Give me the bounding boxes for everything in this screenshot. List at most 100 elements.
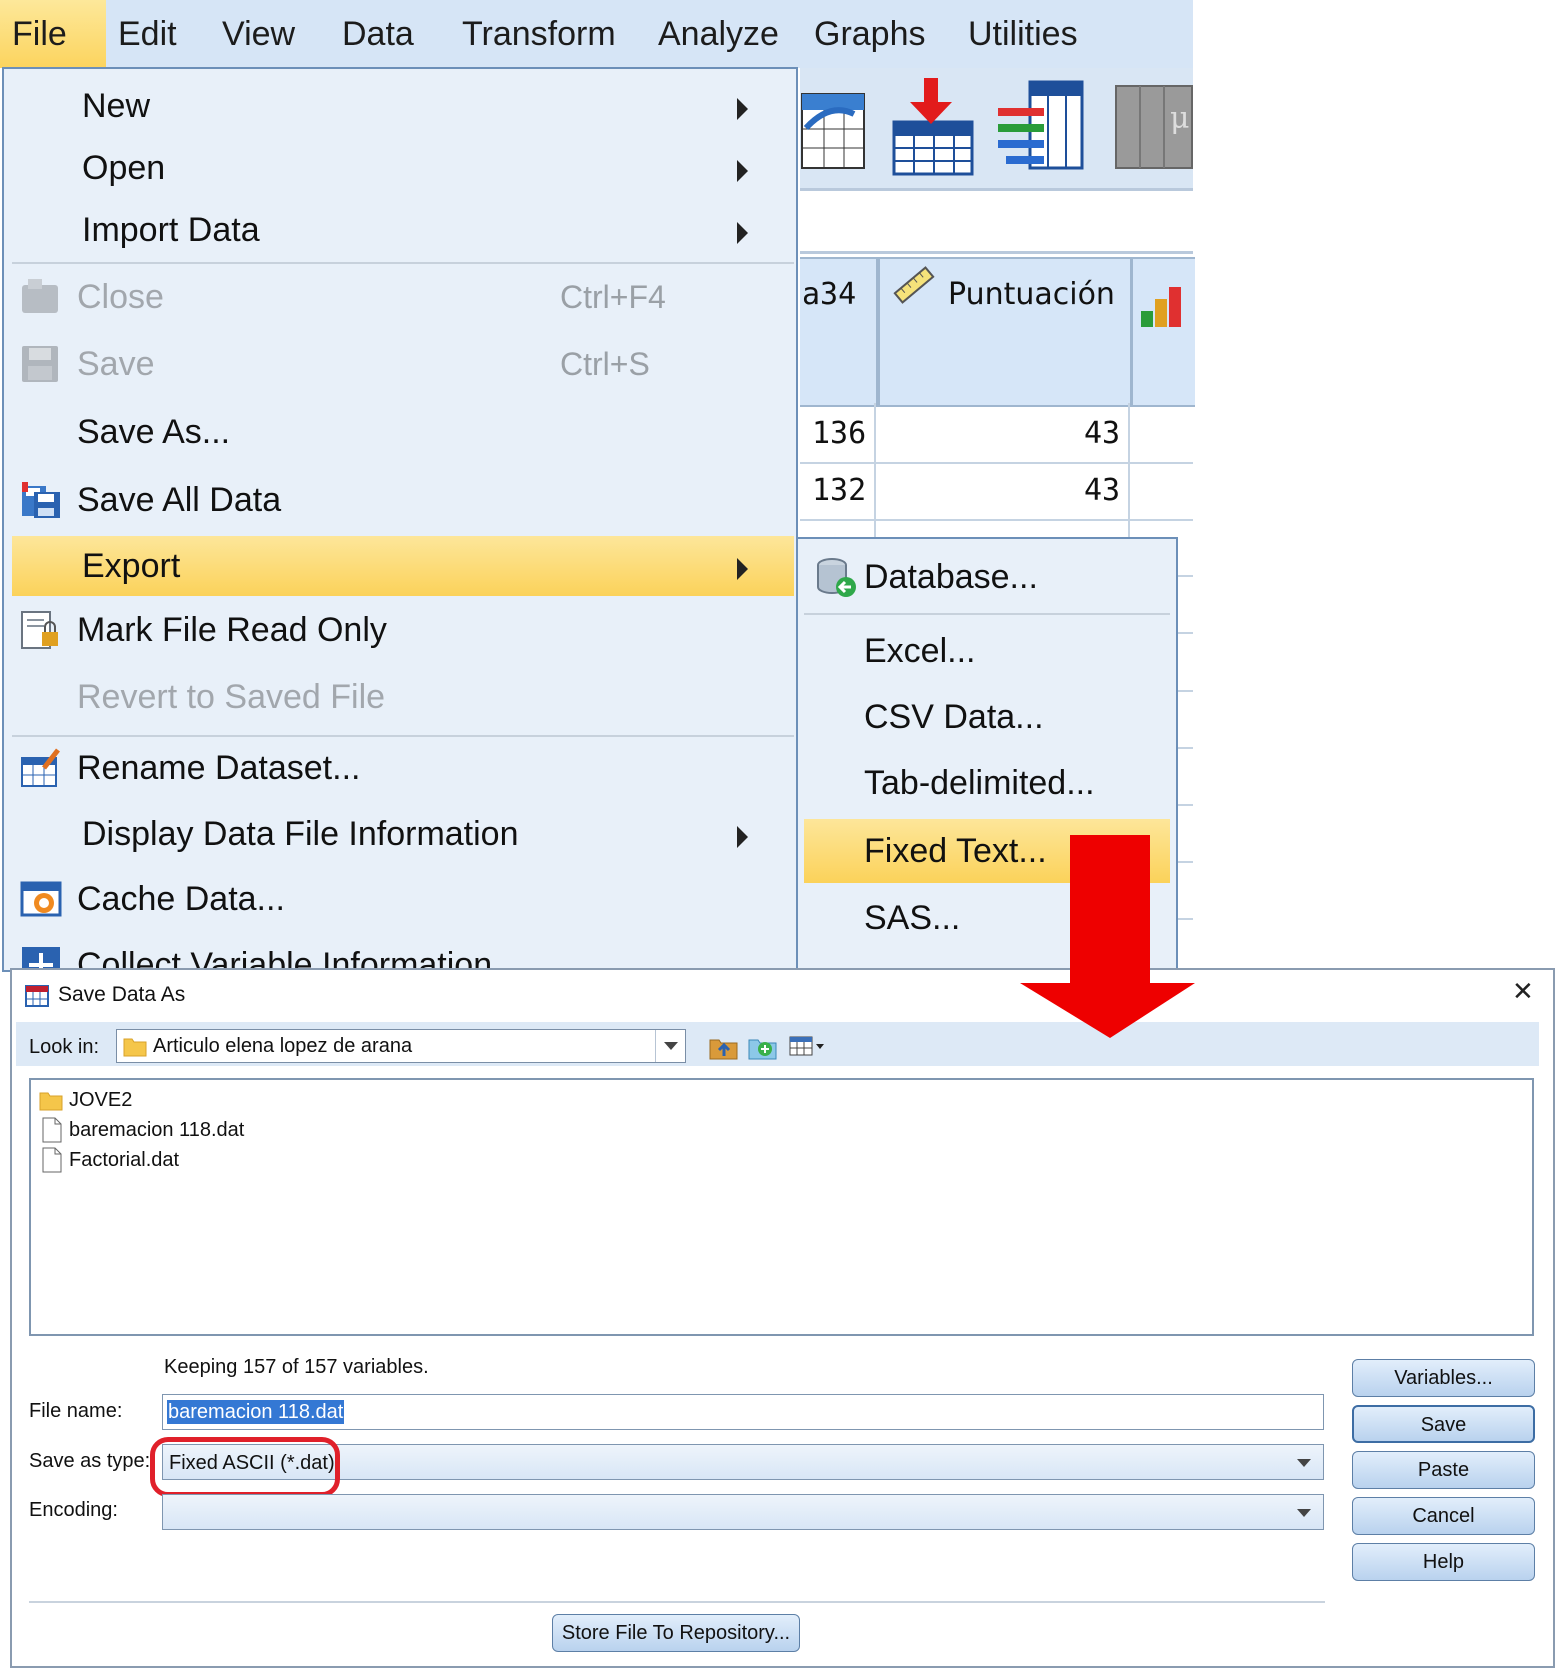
menu-item-label: Save	[77, 345, 155, 383]
annotation-highlight-circle	[150, 1437, 340, 1497]
column-header-label: a34	[802, 277, 857, 312]
menu-item-save-as[interactable]: Save As...	[12, 402, 794, 462]
variables-button[interactable]: Variables...	[1352, 1359, 1535, 1397]
column-header-next[interactable]	[1131, 257, 1195, 407]
grid-line	[1128, 403, 1130, 537]
grid-line	[1178, 747, 1193, 749]
file-name: JOVE2	[69, 1089, 133, 1111]
menu-separator	[12, 735, 794, 737]
svg-text:μ: μ	[1170, 101, 1190, 136]
menu-item-label: Close	[77, 278, 164, 316]
file-name-input[interactable]: baremacion 118.dat	[162, 1394, 1324, 1430]
folder-icon	[39, 1092, 63, 1111]
close-icon[interactable]: ✕	[1512, 976, 1534, 1007]
dialog-divider	[29, 1601, 1325, 1603]
menu-item-label: Display Data File Information	[82, 815, 519, 853]
menu-item-revert[interactable]: Revert to Saved File	[12, 667, 794, 727]
grid-line	[1178, 632, 1193, 634]
annotation-arrow-icon	[1020, 835, 1195, 1038]
file-icon	[42, 1117, 62, 1143]
grid-line	[800, 519, 1193, 521]
column-header-puntuacion[interactable]: Puntuación	[878, 257, 1132, 407]
submenu-item-label: Database...	[864, 558, 1038, 596]
data-cell[interactable]: 132	[812, 473, 866, 508]
up-one-level-icon[interactable]	[709, 1034, 739, 1060]
menu-edit[interactable]: Edit	[118, 0, 177, 68]
menu-item-save[interactable]: Save Ctrl+S	[12, 334, 794, 394]
spss-app-icon	[25, 985, 49, 1007]
submenu-arrow-icon	[737, 558, 748, 580]
cache-data-icon	[20, 881, 62, 917]
menu-analyze[interactable]: Analyze	[658, 0, 779, 68]
submenu-arrow-icon	[737, 222, 748, 244]
database-export-icon	[817, 558, 856, 597]
file-name-label: File name:	[29, 1400, 123, 1422]
scale-measure-icon	[1141, 287, 1181, 327]
menu-item-export[interactable]: Export	[12, 536, 794, 596]
save-all-icon	[22, 482, 60, 518]
submenu-item-csv[interactable]: CSV Data...	[804, 685, 1170, 749]
menu-item-import-data[interactable]: Import Data	[12, 200, 794, 260]
store-file-to-repository-button[interactable]: Store File To Repository...	[552, 1614, 800, 1652]
look-in-value: Articulo elena lopez de arana	[153, 1035, 413, 1057]
menu-item-label: New	[82, 87, 151, 125]
menubar: File Edit View Data Transform Analyze Gr…	[0, 0, 1193, 68]
help-button[interactable]: Help	[1352, 1543, 1535, 1581]
column-header-partial[interactable]: a34	[800, 257, 878, 407]
collect-variable-icon	[22, 947, 60, 970]
look-in-dropdown[interactable]	[655, 1030, 686, 1062]
data-cell[interactable]: 136	[812, 416, 866, 451]
submenu-item-excel[interactable]: Excel...	[804, 619, 1170, 683]
ruler-icon	[893, 266, 935, 304]
keeping-variables-text: Keeping 157 of 157 variables.	[164, 1356, 429, 1378]
menu-utilities[interactable]: Utilities	[968, 0, 1078, 68]
data-cell[interactable]: 43	[1084, 416, 1120, 451]
menu-item-open[interactable]: Open	[12, 138, 794, 198]
look-in-combo[interactable]: Articulo elena lopez de arana	[116, 1029, 686, 1063]
menu-item-cache-data[interactable]: Cache Data...	[12, 869, 794, 929]
menu-item-label: Cache Data...	[77, 880, 285, 918]
grid-line	[800, 462, 1193, 464]
value-labels-icon[interactable]: μ	[1114, 80, 1194, 170]
encoding-select[interactable]	[162, 1494, 1324, 1530]
menu-file[interactable]: File	[0, 0, 106, 68]
submenu-arrow-icon	[737, 826, 748, 848]
read-only-lock-icon	[21, 611, 58, 649]
look-in-label: Look in:	[29, 1036, 100, 1058]
submenu-item-label: Tab-delimited...	[864, 764, 1095, 802]
menu-item-new[interactable]: New	[12, 76, 794, 136]
encoding-label: Encoding:	[29, 1499, 118, 1521]
menu-item-collect-variable-info[interactable]: Collect Variable Information	[12, 935, 794, 970]
save-button[interactable]: Save	[1352, 1405, 1535, 1443]
grid-line	[1178, 690, 1193, 692]
chevron-down-icon	[1297, 1509, 1311, 1517]
recall-dialog-icon[interactable]	[800, 84, 870, 174]
data-cell[interactable]: 43	[1084, 473, 1120, 508]
menu-item-close[interactable]: Close Ctrl+F4	[12, 267, 794, 327]
menu-data[interactable]: Data	[342, 0, 414, 68]
rename-dataset-icon	[21, 748, 60, 787]
cancel-button[interactable]: Cancel	[1352, 1497, 1535, 1535]
submenu-item-database[interactable]: Database...	[804, 545, 1170, 609]
menu-separator	[12, 262, 794, 264]
submenu-item-tab-delimited[interactable]: Tab-delimited...	[804, 751, 1170, 815]
menu-item-display-file-info[interactable]: Display Data File Information	[12, 804, 794, 864]
file-list[interactable]: JOVE2 baremacion 118.dat Factorial.dat	[29, 1078, 1534, 1336]
menu-item-mark-read-only[interactable]: Mark File Read Only	[12, 600, 794, 660]
view-menu-icon[interactable]	[788, 1034, 828, 1060]
menu-item-save-all-data[interactable]: Save All Data	[12, 470, 794, 530]
column-header-label: Puntuación	[948, 277, 1115, 312]
menu-transform[interactable]: Transform	[462, 0, 616, 68]
menu-graphs[interactable]: Graphs	[814, 0, 926, 68]
menu-item-label: Revert to Saved File	[77, 678, 386, 716]
submenu-item-label: CSV Data...	[864, 698, 1044, 736]
goto-case-icon[interactable]	[892, 78, 974, 178]
variables-icon[interactable]	[996, 80, 1086, 172]
cell-editor-bar[interactable]	[800, 191, 1193, 254]
new-folder-icon[interactable]	[748, 1032, 778, 1060]
menu-item-label: Save All Data	[77, 481, 282, 519]
chevron-down-icon	[664, 1042, 678, 1050]
menu-item-rename-dataset[interactable]: Rename Dataset...	[12, 738, 794, 798]
menu-view[interactable]: View	[222, 0, 295, 68]
paste-button[interactable]: Paste	[1352, 1451, 1535, 1489]
